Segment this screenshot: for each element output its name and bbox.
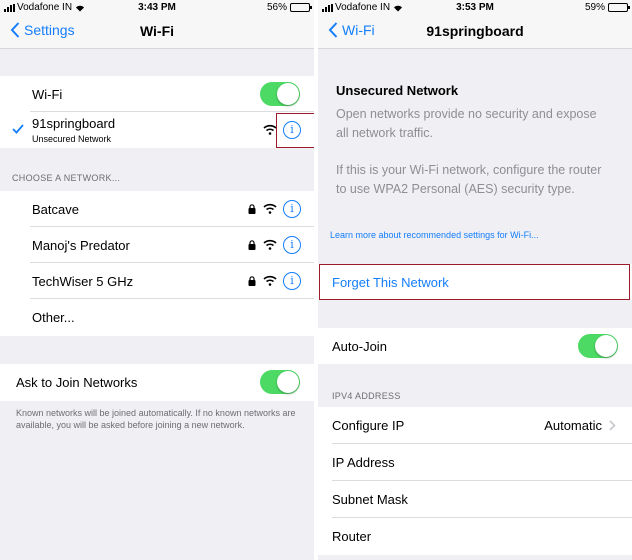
subnet-mask-row: Subnet Mask bbox=[318, 481, 632, 518]
configure-ip-row[interactable]: Configure IP Automatic bbox=[318, 407, 632, 444]
network-detail-screen: Vodafone IN 3:53 PM 59% Wi-Fi 91springbo… bbox=[318, 0, 632, 560]
info-icon[interactable]: i bbox=[283, 272, 301, 290]
network-name: Manoj's Predator bbox=[32, 238, 130, 253]
unsecured-description: Open networks provide no security and ex… bbox=[336, 107, 597, 140]
unsecured-title: Unsecured Network bbox=[336, 83, 459, 98]
connected-network-subtitle: Unsecured Network bbox=[32, 134, 112, 144]
toggle-knob bbox=[277, 83, 299, 105]
choose-network-header: CHOOSE A NETWORK... bbox=[12, 173, 121, 183]
battery-info: 56% bbox=[266, 2, 312, 13]
learn-more-link[interactable]: Learn more about recommended settings fo… bbox=[330, 230, 539, 240]
battery-percent: 56% bbox=[266, 2, 287, 13]
battery-icon bbox=[290, 3, 312, 12]
router-label: Router bbox=[332, 529, 372, 544]
battery-icon bbox=[608, 3, 630, 12]
unsecured-advice: If this is your Wi-Fi network, configure… bbox=[336, 163, 602, 196]
ask-to-join-row: Ask to Join Networks bbox=[0, 364, 314, 401]
ip-address-row: IP Address bbox=[318, 444, 632, 481]
ip-address-label: IP Address bbox=[332, 455, 395, 470]
checkmark-icon bbox=[12, 124, 24, 134]
network-name: TechWiser 5 GHz bbox=[32, 274, 134, 289]
other-network-label: Other... bbox=[32, 310, 75, 325]
wifi-signal-icon bbox=[263, 203, 277, 214]
status-bar: Vodafone IN 3:43 PM 56% bbox=[0, 0, 314, 14]
auto-join-row: Auto-Join bbox=[318, 328, 632, 364]
info-button-highlight bbox=[276, 113, 314, 148]
page-title: 91springboard bbox=[426, 23, 524, 39]
info-icon[interactable]: i bbox=[283, 236, 301, 254]
battery-info: 59% bbox=[584, 2, 630, 13]
wifi-signal-icon bbox=[263, 275, 277, 286]
router-row: Router bbox=[318, 518, 632, 555]
lock-icon bbox=[248, 204, 256, 214]
lock-icon bbox=[248, 240, 256, 250]
navigation-bar: Settings Wi-Fi bbox=[0, 14, 314, 49]
ipv4-header: IPV4 ADDRESS bbox=[332, 391, 401, 401]
configure-ip-value: Automatic bbox=[544, 418, 602, 433]
wifi-row-label: Wi-Fi bbox=[32, 87, 63, 102]
ask-to-join-label: Ask to Join Networks bbox=[16, 375, 138, 390]
configure-ip-label: Configure IP bbox=[332, 418, 405, 433]
connected-network-row[interactable]: 91springboard Unsecured Network i bbox=[0, 112, 314, 148]
lock-icon bbox=[248, 276, 256, 286]
info-icon[interactable]: i bbox=[283, 200, 301, 218]
wifi-signal-icon bbox=[263, 124, 277, 135]
ask-to-join-toggle[interactable] bbox=[260, 370, 300, 394]
unsecured-info-block: Unsecured Network Open networks provide … bbox=[318, 74, 632, 224]
network-row[interactable]: TechWiser 5 GHz i bbox=[0, 263, 314, 299]
auto-join-toggle[interactable] bbox=[578, 334, 618, 358]
network-row[interactable]: Manoj's Predator i bbox=[0, 227, 314, 263]
wifi-settings-screen: Vodafone IN 3:43 PM 56% Settings Wi-Fi W… bbox=[0, 0, 314, 560]
network-row[interactable]: Batcave i bbox=[0, 191, 314, 227]
toggle-knob bbox=[595, 335, 617, 357]
wifi-toggle-row: Wi-Fi bbox=[0, 76, 314, 112]
page-title: Wi-Fi bbox=[139, 23, 175, 39]
chevron-right-icon bbox=[609, 420, 616, 431]
auto-join-label: Auto-Join bbox=[332, 339, 387, 354]
status-bar: Vodafone IN 3:53 PM 59% bbox=[318, 0, 632, 14]
battery-percent: 59% bbox=[584, 2, 605, 13]
navigation-bar: Wi-Fi 91springboard bbox=[318, 14, 632, 49]
network-name: Batcave bbox=[32, 202, 79, 217]
forget-button-highlight bbox=[319, 264, 630, 300]
wifi-toggle[interactable] bbox=[260, 82, 300, 106]
ask-to-join-footer: Known networks will be joined automatica… bbox=[16, 408, 296, 430]
wifi-signal-icon bbox=[263, 239, 277, 250]
subnet-mask-label: Subnet Mask bbox=[332, 492, 408, 507]
connected-network-name: 91springboard bbox=[32, 116, 116, 131]
toggle-knob bbox=[277, 371, 299, 393]
other-network-row[interactable]: Other... bbox=[0, 299, 314, 336]
